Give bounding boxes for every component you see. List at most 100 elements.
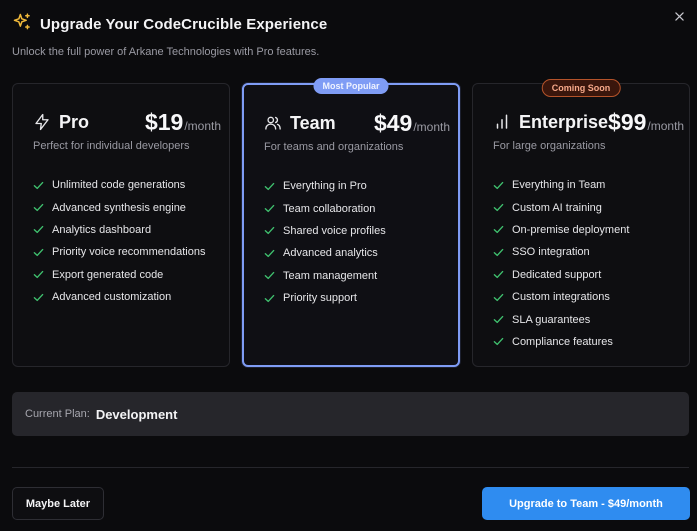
check-icon bbox=[264, 180, 276, 192]
feature-label: SLA guarantees bbox=[512, 313, 591, 326]
check-icon bbox=[493, 179, 505, 191]
close-icon bbox=[674, 11, 684, 21]
current-plan-value: Development bbox=[95, 406, 178, 422]
dialog-header: Upgrade Your CodeCrucible Experience Unl… bbox=[12, 12, 685, 58]
plan-card-enterprise[interactable]: Coming Soon Enterprise $99 /month For la… bbox=[472, 79, 690, 367]
feature-item: Advanced synthesis engine bbox=[33, 196, 205, 218]
upgrade-button[interactable]: Upgrade to Team - $49/month bbox=[482, 487, 690, 520]
feature-label: Custom integrations bbox=[512, 291, 610, 304]
check-icon bbox=[493, 224, 505, 236]
check-icon bbox=[33, 291, 45, 303]
feature-label: Advanced synthesis engine bbox=[52, 201, 186, 214]
lightning-icon bbox=[33, 113, 51, 131]
title-row: Upgrade Your CodeCrucible Experience bbox=[12, 12, 685, 37]
plan-header: Team $49 /month bbox=[264, 109, 450, 137]
plans-grid: Pro $19 /month Perfect for individual de… bbox=[12, 78, 690, 367]
check-icon bbox=[264, 225, 276, 237]
feature-label: Advanced customization bbox=[52, 291, 172, 304]
feature-label: Shared voice profiles bbox=[283, 224, 386, 237]
price-amount: $19 bbox=[144, 108, 184, 135]
sparkles-icon bbox=[12, 12, 32, 37]
feature-list: Everything in Team Custom AI training On-p… bbox=[493, 174, 629, 353]
price-amount: $49 bbox=[373, 109, 413, 136]
feature-item: Compliance features bbox=[493, 331, 629, 353]
feature-item: Team collaboration bbox=[264, 197, 386, 219]
feature-item: Priority support bbox=[264, 287, 386, 309]
upgrade-dialog: Upgrade Your CodeCrucible Experience Unl… bbox=[0, 0, 697, 531]
check-icon bbox=[33, 202, 45, 214]
feature-item: Advanced customization bbox=[33, 286, 205, 308]
feature-label: Advanced analytics bbox=[283, 247, 378, 260]
feature-item: Shared voice profiles bbox=[264, 220, 386, 242]
plan-card-pro[interactable]: Pro $19 /month Perfect for individual de… bbox=[12, 83, 230, 367]
check-icon bbox=[264, 203, 276, 215]
price-unit: /month bbox=[413, 119, 450, 134]
feature-label: Compliance features bbox=[512, 335, 613, 348]
feature-list: Everything in Pro Team collaboration Share… bbox=[264, 175, 386, 309]
plan-description: For large organizations bbox=[493, 140, 606, 152]
plan-description: For teams and organizations bbox=[264, 141, 404, 153]
feature-item: Export generated code bbox=[33, 264, 205, 286]
dialog-title: Upgrade Your CodeCrucible Experience bbox=[40, 16, 328, 33]
check-icon bbox=[33, 246, 45, 258]
footer-divider bbox=[12, 467, 689, 468]
plan-header: Enterprise $99 /month bbox=[493, 108, 684, 136]
check-icon bbox=[493, 314, 505, 326]
feature-item: Priority voice recommendations bbox=[33, 241, 205, 263]
plan-price: $19 /month bbox=[145, 109, 221, 136]
coming-soon-badge: Coming Soon bbox=[541, 79, 621, 97]
check-icon bbox=[493, 246, 505, 258]
check-icon bbox=[493, 202, 505, 214]
current-plan-panel: Current Plan: Development bbox=[12, 392, 689, 436]
check-icon bbox=[33, 179, 45, 191]
dialog-subtitle: Unlock the full power of Arkane Technolo… bbox=[12, 46, 320, 58]
plan-description: Perfect for individual developers bbox=[33, 140, 190, 152]
feature-item: Advanced analytics bbox=[264, 242, 386, 264]
price-unit: /month bbox=[647, 118, 685, 133]
feature-item: SLA guarantees bbox=[493, 308, 629, 330]
feature-item: SSO integration bbox=[493, 241, 629, 263]
check-icon bbox=[264, 270, 276, 282]
plan-card-team[interactable]: Most Popular Team $49 /month For teams a… bbox=[242, 78, 460, 367]
most-popular-badge: Most Popular bbox=[313, 78, 389, 94]
check-icon bbox=[493, 291, 505, 303]
feature-label: Priority support bbox=[283, 292, 357, 305]
plan-price: $99 /month bbox=[608, 109, 684, 136]
feature-item: Analytics dashboard bbox=[33, 219, 205, 241]
feature-list: Unlimited code generations Advanced synth… bbox=[33, 174, 205, 308]
check-icon bbox=[33, 269, 45, 281]
feature-label: Export generated code bbox=[52, 268, 164, 281]
current-plan-label: Current Plan: bbox=[25, 408, 90, 420]
feature-item: Everything in Team bbox=[493, 174, 629, 196]
plan-name: Enterprise bbox=[519, 111, 609, 132]
feature-label: Unlimited code generations bbox=[52, 179, 186, 192]
feature-item: Team management bbox=[264, 265, 386, 287]
feature-item: On-premise deployment bbox=[493, 219, 629, 241]
feature-item: Everything in Pro bbox=[264, 175, 386, 197]
feature-label: On-premise deployment bbox=[512, 223, 630, 236]
feature-label: Custom AI training bbox=[512, 201, 602, 214]
feature-label: Team management bbox=[283, 269, 378, 282]
feature-label: Analytics dashboard bbox=[52, 223, 152, 236]
feature-label: Everything in Pro bbox=[283, 180, 367, 193]
maybe-later-button[interactable]: Maybe Later bbox=[12, 487, 104, 520]
check-icon bbox=[33, 224, 45, 236]
price-unit: /month bbox=[184, 118, 221, 133]
feature-label: Everything in Team bbox=[512, 179, 606, 192]
feature-label: Priority voice recommendations bbox=[52, 246, 206, 259]
plan-name: Team bbox=[290, 112, 336, 133]
users-icon bbox=[264, 114, 282, 132]
price-amount: $99 bbox=[608, 108, 647, 135]
feature-item: Unlimited code generations bbox=[33, 174, 205, 196]
feature-item: Custom integrations bbox=[493, 286, 629, 308]
check-icon bbox=[264, 247, 276, 259]
bar-chart-icon bbox=[493, 113, 511, 131]
plan-header: Pro $19 /month bbox=[33, 108, 221, 136]
close-button[interactable] bbox=[671, 8, 687, 24]
plan-price: $49 /month bbox=[374, 110, 450, 137]
check-icon bbox=[264, 292, 276, 304]
plan-name: Pro bbox=[59, 111, 90, 132]
feature-label: Team collaboration bbox=[283, 202, 376, 215]
check-icon bbox=[493, 336, 505, 348]
feature-item: Dedicated support bbox=[493, 264, 629, 286]
